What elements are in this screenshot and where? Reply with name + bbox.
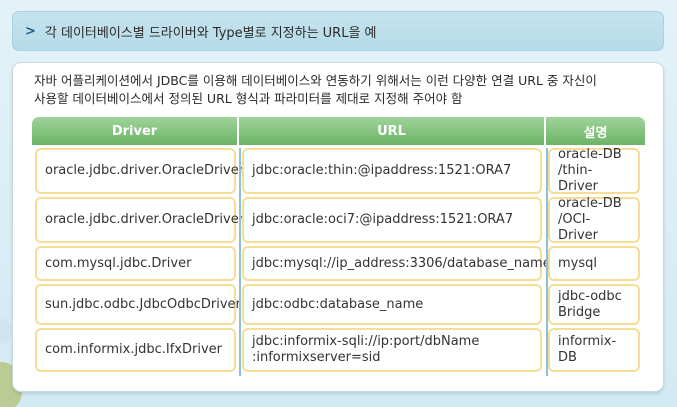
description-cell: jdbc-odbc Bridge [548, 284, 640, 325]
description-line-2: 사용할 데이터베이스에서 정의된 URL 형식과 파라미터를 제대로 지정해 주… [34, 91, 463, 106]
column-header-driver: Driver [32, 117, 239, 145]
url-cell: jdbc:oracle:thin:@ipaddress:1521:ORA7 [242, 148, 542, 194]
table-row: oracle.jdbc.driver.OracleDriver jdbc:ora… [32, 147, 643, 194]
column-header-url: URL [239, 117, 546, 145]
table-header: Driver URL 설명 [32, 117, 645, 145]
url-cell: jdbc:mysql://ip_address:3306/database_na… [242, 246, 551, 281]
table-body: oracle.jdbc.driver.OracleDriver jdbc:ora… [32, 147, 645, 376]
table-row: oracle.jdbc.driver.OracleDriver jdbc:ora… [32, 196, 643, 243]
description-cell: informix-DB [548, 328, 640, 372]
table-row: sun.jdbc.odbc.JdbcOdbcDriver jdbc:odbc:d… [32, 284, 643, 325]
url-cell: jdbc:oracle:oci7:@ipaddress:1521:ORA7 [242, 197, 542, 243]
description-cell: mysql [548, 246, 640, 281]
driver-cell: oracle.jdbc.driver.OracleDriver [35, 197, 244, 243]
description-cell: oracle-DB /thin-Driver [548, 147, 640, 194]
url-cell: jdbc:odbc:database_name [242, 284, 542, 325]
column-divider [546, 148, 548, 376]
description-line-1: 자바 어플리케이션에서 JDBC를 이용해 데이터베이스와 연동하기 위해서는 … [34, 73, 597, 88]
column-header-description: 설명 [583, 125, 608, 141]
description-cell: oracle-DB /OCI-Driver [548, 196, 640, 243]
decorative-circle [0, 318, 12, 344]
url-cell: jdbc:informix-sqli://ip:port/dbName :inf… [242, 328, 542, 372]
description: 자바 어플리케이션에서 JDBC를 이용해 데이터베이스와 연동하기 위해서는 … [34, 72, 654, 108]
section-title: 각 데이터베이스별 드라이버와 Type별로 지정하는 URL을 예 [44, 25, 377, 41]
driver-cell: oracle.jdbc.driver.OracleDriver [35, 148, 244, 194]
column-divider [239, 148, 241, 376]
driver-cell: com.mysql.jdbc.Driver [35, 246, 236, 281]
chevron-right-icon: > [25, 23, 36, 39]
driver-url-table: Driver URL 설명 oracle.jdbc.driver.OracleD… [32, 117, 645, 376]
driver-cell: com.informix.jdbc.IfxDriver [35, 328, 236, 372]
table-row: com.informix.jdbc.IfxDriver jdbc:informi… [32, 328, 643, 372]
table-row: com.mysql.jdbc.Driver jdbc:mysql://ip_ad… [32, 246, 643, 281]
section-header: > 각 데이터베이스별 드라이버와 Type별로 지정하는 URL을 예 [12, 11, 664, 51]
content-panel: 자바 어플리케이션에서 JDBC를 이용해 데이터베이스와 연동하기 위해서는 … [12, 62, 664, 392]
driver-cell: sun.jdbc.odbc.JdbcOdbcDriver [35, 284, 241, 325]
